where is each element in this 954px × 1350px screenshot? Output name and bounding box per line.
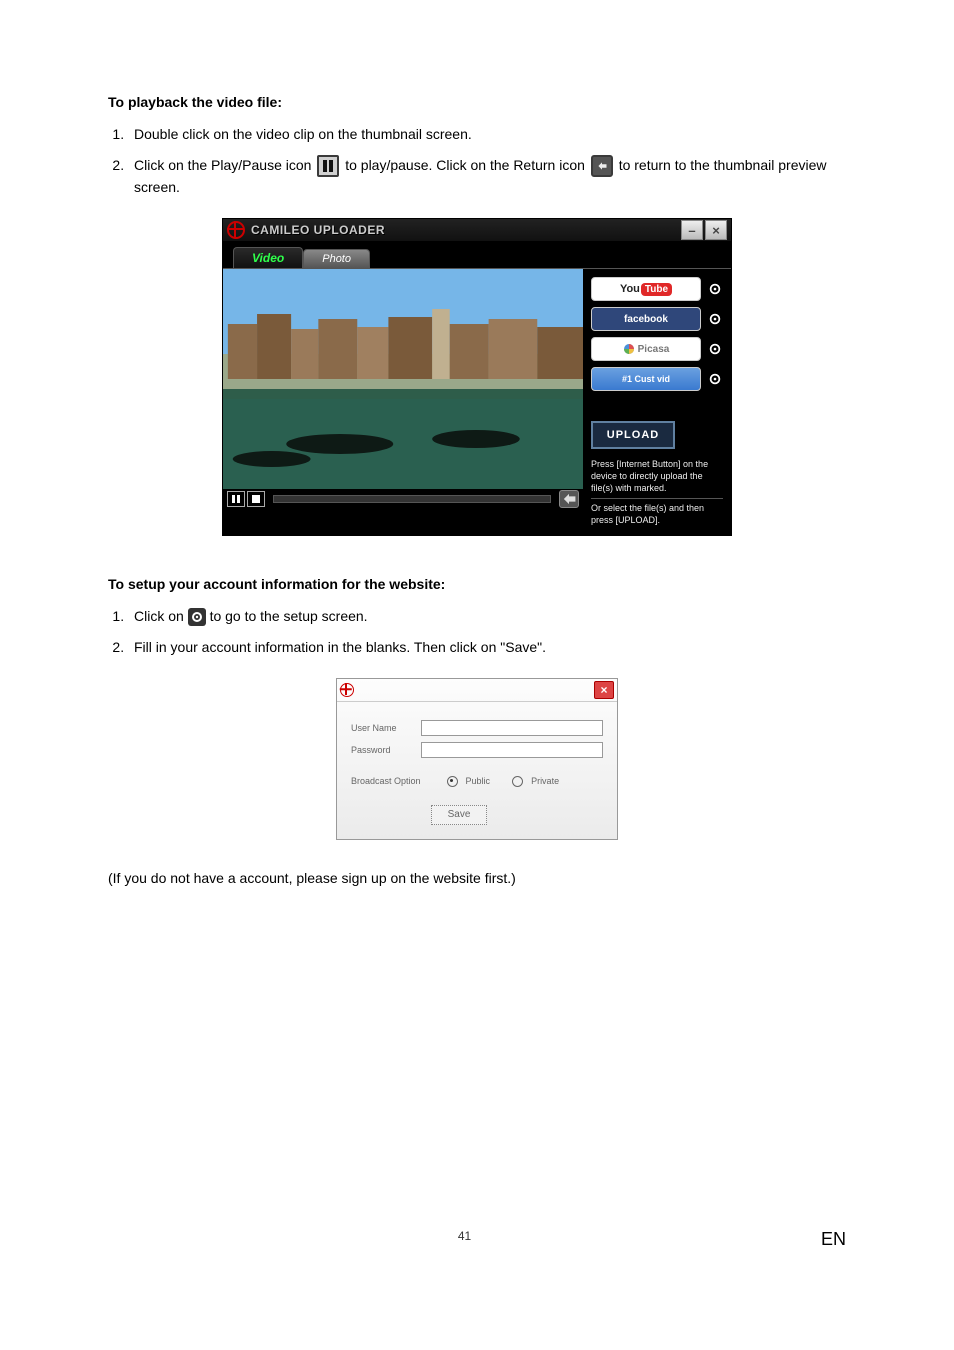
broadcast-label: Broadcast Option (351, 776, 421, 786)
app-icon (227, 221, 245, 239)
youtube-you-text: You (620, 283, 640, 295)
gear-icon-youtube[interactable] (707, 281, 723, 297)
radio-public[interactable] (447, 776, 458, 787)
note-line1: Press [Internet Button] on the device to… (591, 459, 723, 494)
pause-control[interactable] (227, 491, 245, 507)
close-button[interactable]: × (705, 220, 727, 240)
save-button[interactable]: Save (431, 805, 487, 825)
service-custom[interactable]: #1 Cust vid (591, 367, 701, 391)
uploader-window: CAMILEO UPLOADER – × Video Photo (222, 218, 732, 535)
step2-text-b: to play/pause. Click on the Return icon (345, 157, 585, 173)
tab-photo[interactable]: Photo (303, 249, 370, 268)
language-indicator: EN (821, 1229, 846, 1250)
password-input[interactable] (421, 742, 603, 758)
playback-controls (223, 489, 583, 509)
minimize-button[interactable]: – (681, 220, 703, 240)
gear-icon-picasa[interactable] (707, 341, 723, 357)
account-close-button[interactable]: × (594, 681, 614, 699)
preview-area (223, 269, 583, 534)
gear-icon-inline (188, 608, 206, 626)
stop-control[interactable] (247, 491, 265, 507)
progress-bar[interactable] (273, 495, 551, 503)
account-app-icon (340, 683, 354, 697)
return-control[interactable] (559, 490, 579, 508)
option-public: Public (466, 776, 491, 786)
account-dialog: × User Name Password Broadcast Option Pu… (336, 678, 618, 840)
tab-row: Video Photo (223, 241, 731, 268)
username-input[interactable] (421, 720, 603, 736)
section2-heading: To setup your account information for th… (108, 576, 846, 592)
uploader-title: CAMILEO UPLOADER (251, 223, 679, 237)
section2-step1: Click on to go to the setup screen. (128, 606, 846, 627)
section1-step1: Double click on the video clip on the th… (128, 124, 846, 145)
username-label: User Name (351, 723, 413, 733)
service-facebook[interactable]: facebook (591, 307, 701, 331)
return-icon (591, 155, 613, 177)
upload-note: Press [Internet Button] on the device to… (591, 459, 723, 526)
service-column: YouTube facebook Picasa #1 Cust vid (583, 269, 731, 534)
play-pause-icon (317, 155, 339, 177)
tab-video[interactable]: Video (233, 247, 303, 268)
password-label: Password (351, 745, 413, 755)
note-line2: Or select the file(s) and then press [UP… (591, 503, 723, 526)
gear-icon-facebook[interactable] (707, 311, 723, 327)
section1-step2: Click on the Play/Pause icon to play/pau… (128, 155, 846, 198)
upload-button[interactable]: UPLOAD (591, 421, 675, 449)
option-private: Private (531, 776, 559, 786)
step1-text-b: to go to the setup screen. (210, 608, 368, 624)
note-divider (591, 498, 723, 499)
youtube-tube-text: Tube (641, 283, 672, 296)
step2-text-a: Click on the Play/Pause icon (134, 157, 311, 173)
service-picasa[interactable]: Picasa (591, 337, 701, 361)
page-number: 41 (108, 1229, 821, 1250)
picasa-label: Picasa (638, 344, 670, 355)
service-youtube[interactable]: YouTube (591, 277, 701, 301)
section2-step2: Fill in your account information in the … (128, 637, 846, 658)
account-titlebar: × (337, 679, 617, 702)
gear-icon-custom[interactable] (707, 371, 723, 387)
uploader-titlebar: CAMILEO UPLOADER – × (223, 219, 731, 241)
footnote: (If you do not have a account, please si… (108, 870, 846, 886)
section1-heading: To playback the video file: (108, 94, 846, 110)
step1-text-a: Click on (134, 608, 184, 624)
video-preview[interactable] (223, 269, 583, 489)
radio-private[interactable] (512, 776, 523, 787)
